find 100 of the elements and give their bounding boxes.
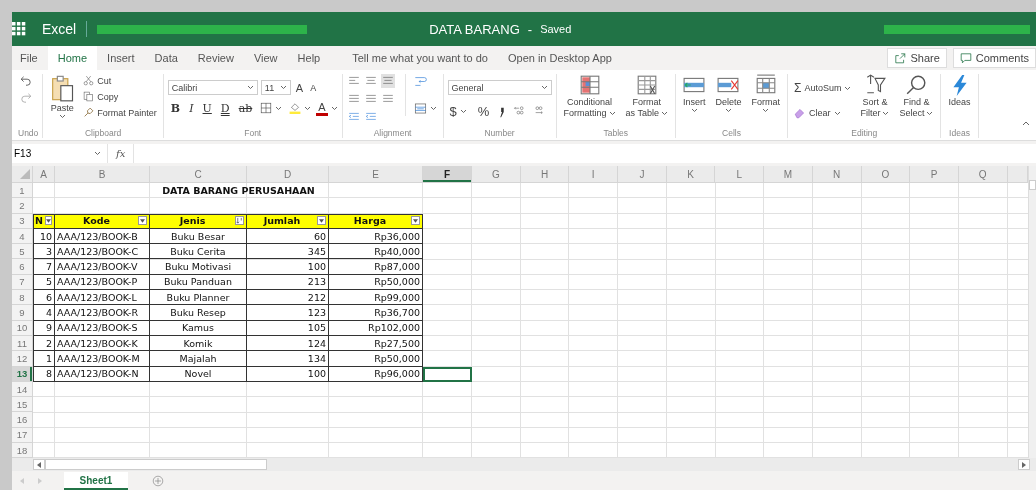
table-cell: 212 [247, 290, 329, 306]
column-header[interactable]: B [55, 166, 150, 183]
conditional-formatting-button[interactable]: Conditional Formatting [560, 74, 619, 119]
format-cells-button[interactable]: Format [748, 74, 783, 114]
title-separator: - [527, 21, 533, 37]
undo-icon [20, 75, 32, 87]
table-cell: Rp50,000 [329, 274, 423, 291]
number-format-dropdown[interactable]: General [447, 80, 552, 95]
caret-icon [330, 105, 338, 111]
column-header[interactable]: P [910, 166, 959, 183]
font-color-button[interactable]: A [316, 100, 328, 116]
row-header[interactable]: 12 [12, 351, 33, 367]
filter-button[interactable] [317, 216, 326, 226]
column-header[interactable]: G [472, 166, 521, 183]
column-header[interactable]: K [666, 166, 716, 183]
redo-button[interactable] [18, 91, 34, 105]
open-desktop-app-button[interactable]: Open in Desktop App [497, 52, 622, 64]
table-cell: Buku Resep [150, 305, 247, 321]
comment-icon [959, 52, 972, 64]
selected-cell[interactable] [423, 366, 472, 382]
filter-button[interactable] [138, 216, 147, 226]
font-name-dropdown[interactable]: Calibri [167, 80, 258, 95]
column-header[interactable]: I [569, 166, 619, 183]
table-cell: AAA/123/BOOK-V [55, 259, 150, 275]
format-as-table-button[interactable]: Format as Table [622, 74, 671, 119]
borders-icon [260, 102, 273, 114]
scrollbar-thumb[interactable] [45, 459, 267, 471]
select-all-button[interactable] [12, 166, 33, 183]
paste-button[interactable]: Paste [47, 74, 78, 120]
autosum-button[interactable]: Σ AutoSum [792, 80, 854, 96]
menu-tab[interactable]: Home [47, 46, 98, 70]
font-style-button[interactable]: D [217, 101, 233, 115]
table-cell: Rp36,000 [329, 228, 423, 245]
menu-tab[interactable]: View [243, 46, 288, 70]
copy-button[interactable]: Copy [81, 90, 159, 103]
name-box[interactable]: F13 [12, 144, 108, 163]
sort-filter-button[interactable]: Sort & Filter [857, 74, 893, 119]
row-header[interactable]: 5 [12, 244, 33, 260]
formula-input[interactable] [133, 144, 1036, 163]
menu-tab[interactable]: File [12, 46, 48, 70]
row-header[interactable]: 15 [12, 397, 33, 413]
menu-tab[interactable]: Data [144, 46, 188, 70]
delete-cells-button[interactable]: Delete [712, 74, 745, 114]
filter-button[interactable] [411, 216, 420, 226]
column-header[interactable]: O [861, 166, 911, 183]
caret-icon [58, 114, 66, 120]
column-header[interactable]: N [812, 166, 862, 183]
format-painter-button[interactable]: Format Painter [81, 106, 159, 119]
row-header[interactable]: 18 [12, 443, 33, 459]
row-header[interactable]: 6 [12, 259, 33, 275]
column-header[interactable]: D [247, 166, 329, 183]
table-cell: 124 [247, 335, 329, 352]
column-header[interactable]: E [329, 166, 423, 183]
table-cell: 5 [33, 274, 55, 291]
currency-button[interactable]: $ [447, 103, 469, 120]
ideas-button[interactable]: Ideas [945, 74, 974, 108]
column-header[interactable]: L [715, 166, 765, 183]
vertical-scrollbar[interactable] [1028, 166, 1036, 459]
row-header[interactable]: 1 [12, 183, 33, 199]
find-select-button[interactable]: Find & Select [896, 74, 937, 119]
menu-tab[interactable]: Help [287, 46, 331, 70]
column-header-label: Harga [352, 215, 388, 227]
sheet-tab[interactable]: Sheet1 [64, 471, 128, 490]
column-header[interactable]: C [150, 166, 247, 183]
font-style-button[interactable]: ab [235, 101, 256, 115]
insert-cells-button[interactable]: Insert [679, 74, 709, 114]
group-label: Tables [602, 128, 630, 138]
scroll-up-button[interactable] [1029, 180, 1036, 190]
font-style-button[interactable]: B [167, 101, 184, 115]
column-header[interactable]: H [520, 166, 570, 183]
cut-button[interactable]: Cut [81, 74, 159, 87]
table-cell: 9 [33, 320, 55, 336]
menu-tab[interactable]: Review [187, 46, 244, 70]
row-header[interactable]: 16 [12, 412, 33, 428]
row-header[interactable]: 8 [12, 290, 33, 306]
font-style-button[interactable]: I [186, 101, 197, 115]
font-size-dropdown[interactable]: 11 [260, 80, 291, 95]
menu-tab[interactable]: Insert [97, 46, 145, 70]
grow-font-button[interactable]: A [293, 80, 306, 95]
share-button[interactable]: Share [887, 48, 947, 68]
scroll-right-button[interactable] [1018, 459, 1030, 471]
font-style-button[interactable]: U [199, 101, 215, 115]
column-header[interactable]: Q [958, 166, 1008, 183]
table-cell: Rp87,000 [329, 259, 423, 275]
column-header[interactable]: M [764, 166, 813, 183]
sort-filter-button[interactable] [235, 216, 244, 226]
tell-me-search[interactable]: Tell me what you want to do [342, 52, 498, 64]
percent-button[interactable]: % [475, 103, 492, 120]
column-header[interactable]: F [423, 166, 472, 183]
clear-button[interactable]: Clear [792, 106, 854, 120]
column-header[interactable]: J [618, 166, 667, 183]
shrink-font-button[interactable]: A [308, 81, 319, 94]
comments-button[interactable]: Comments [952, 48, 1036, 68]
undo-button[interactable] [18, 74, 34, 88]
scroll-left-button[interactable] [33, 459, 45, 471]
column-header[interactable]: A [33, 166, 55, 183]
row-header[interactable]: 2 [12, 198, 33, 214]
filter-button[interactable] [44, 216, 52, 226]
add-sheet-button[interactable] [152, 474, 164, 487]
row-header[interactable]: 9 [12, 305, 33, 321]
